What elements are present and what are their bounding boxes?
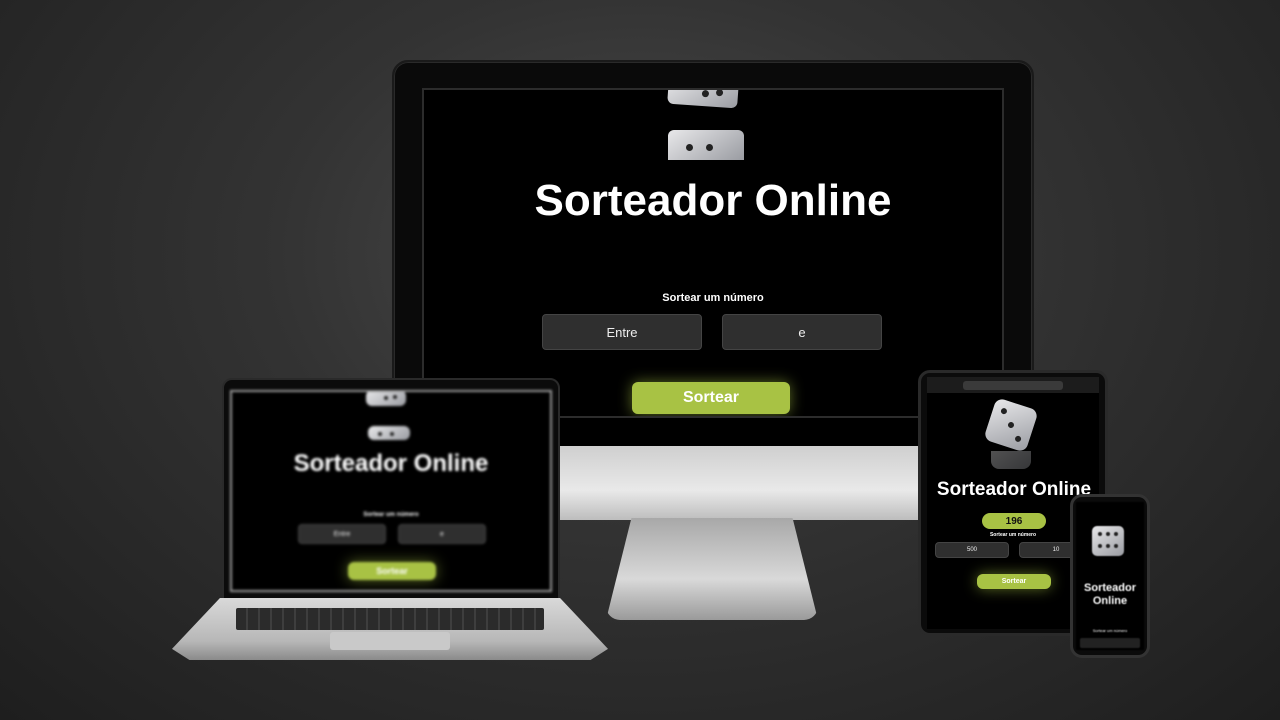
laptop-screen: Sorteador Online Sortear um número Entre…	[230, 390, 552, 592]
page-title: Sorteador Online	[293, 450, 489, 477]
dice-reflection-icon	[991, 451, 1031, 469]
to-input[interactable]: e	[398, 524, 486, 544]
laptop-keyboard	[236, 608, 544, 630]
address-bar[interactable]	[963, 380, 1063, 390]
from-input[interactable]: Entre	[542, 314, 702, 350]
draw-button[interactable]: Sortear	[348, 562, 436, 580]
dice-icon	[983, 397, 1039, 453]
phone-home-bar	[1080, 638, 1140, 648]
dice-icon	[1092, 526, 1124, 556]
result-value: 196	[982, 513, 1046, 529]
phone-screen: Sorteador Online Sortear um número	[1076, 502, 1144, 650]
dice-reflection-icon	[668, 130, 744, 160]
laptop-trackpad	[330, 632, 450, 650]
desktop-screen: Sorteador Online Sortear um número Entre…	[422, 88, 1004, 418]
from-input[interactable]: 500	[935, 542, 1009, 558]
prompt-label: Sortear um número	[363, 512, 419, 518]
dice-icon	[366, 392, 406, 406]
monitor-stand	[606, 518, 818, 620]
from-input[interactable]: Entre	[298, 524, 386, 544]
page-title: Sorteador Online	[1084, 582, 1136, 607]
page-title: Sorteador Online	[534, 176, 892, 225]
dice-icon	[667, 90, 739, 109]
prompt-label: Sortear um número	[662, 292, 764, 304]
monitor-neck	[560, 446, 920, 520]
prompt-label: Sortear um número	[1092, 628, 1128, 633]
draw-button[interactable]: Sortear	[977, 574, 1051, 589]
draw-button[interactable]: Sortear	[632, 382, 790, 414]
to-input[interactable]: e	[722, 314, 882, 350]
browser-toolbar	[927, 377, 1099, 393]
dice-reflection-icon	[368, 426, 410, 440]
